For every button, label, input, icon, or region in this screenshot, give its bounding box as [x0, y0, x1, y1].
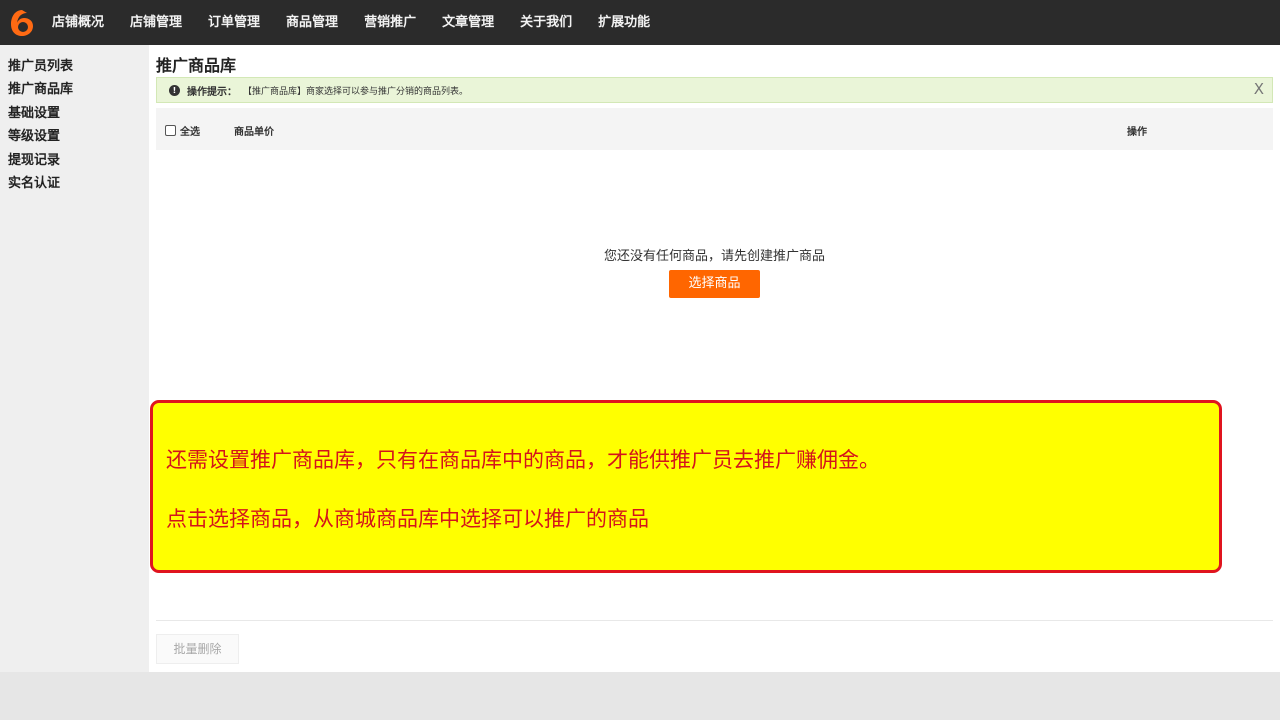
callout-text-line1: 还需设置推广商品库，只有在商品库中的商品，才能供推广员去推广赚佣金。 — [166, 448, 880, 472]
nav-item-extensions[interactable]: 扩展功能 — [585, 0, 663, 45]
nav-item-article-management[interactable]: 文章管理 — [429, 0, 507, 45]
sidebar-item-basic-settings[interactable]: 基础设置 — [0, 102, 149, 125]
select-all-checkbox[interactable] — [165, 125, 176, 136]
sidebar-item-real-name-auth[interactable]: 实名认证 — [0, 172, 149, 195]
empty-state-message: 您还没有任何商品，请先创建推广商品 — [603, 249, 825, 264]
column-header-price: 商品单价 — [234, 127, 274, 138]
tip-label: 操作提示： — [187, 86, 237, 98]
column-header-operation: 操作 — [1127, 127, 1147, 138]
annotation-callout: 还需设置推广商品库，只有在商品库中的商品，才能供推广员去推广赚佣金。 点击选择商… — [150, 400, 1222, 573]
nav-item-marketing[interactable]: 营销推广 — [351, 0, 429, 45]
tip-text: 【推广商品库】商家选择可以参与推广分销的商品列表。 — [243, 86, 469, 97]
page-title: 推广商品库 — [156, 56, 237, 75]
info-icon: ! — [169, 84, 180, 96]
nav-item-store-overview[interactable]: 店铺概况 — [42, 0, 117, 45]
sidebar-item-level-settings[interactable]: 等级设置 — [0, 125, 149, 148]
table-header: 全选 商品单价 操作 — [156, 108, 1273, 150]
select-all-control[interactable]: 全选 — [165, 123, 200, 138]
footer-divider — [156, 620, 1273, 621]
callout-text-line2: 点击选择商品，从商城商品库中选择可以推广的商品 — [166, 507, 649, 531]
select-product-button[interactable]: 选择商品 — [669, 270, 760, 298]
close-icon[interactable]: X — [1254, 80, 1264, 98]
logo-icon[interactable] — [2, 0, 42, 45]
nav-item-about-us[interactable]: 关于我们 — [507, 0, 585, 45]
batch-delete-button[interactable]: 批量删除 — [156, 634, 239, 664]
nav-item-order-management[interactable]: 订单管理 — [195, 0, 273, 45]
sidebar: 推广员列表 推广商品库 基础设置 等级设置 提现记录 实名认证 — [0, 45, 149, 672]
top-navbar: 店铺概况 店铺管理 订单管理 商品管理 营销推广 文章管理 关于我们 扩展功能 — [0, 0, 1280, 45]
select-all-label: 全选 — [180, 127, 200, 138]
top-nav-menu: 店铺概况 店铺管理 订单管理 商品管理 营销推广 文章管理 关于我们 扩展功能 — [42, 0, 663, 45]
nav-item-store-management[interactable]: 店铺管理 — [117, 0, 195, 45]
operation-tip-bar: ! 操作提示： 【推广商品库】商家选择可以参与推广分销的商品列表。 X — [156, 77, 1273, 103]
sidebar-item-withdraw-records[interactable]: 提现记录 — [0, 149, 149, 172]
nav-item-product-management[interactable]: 商品管理 — [273, 0, 351, 45]
sidebar-item-promoter-list[interactable]: 推广员列表 — [0, 55, 149, 78]
main-content: 推广商品库 ! 操作提示： 【推广商品库】商家选择可以参与推广分销的商品列表。 … — [149, 45, 1280, 672]
sidebar-item-promo-product-library[interactable]: 推广商品库 — [0, 78, 149, 101]
